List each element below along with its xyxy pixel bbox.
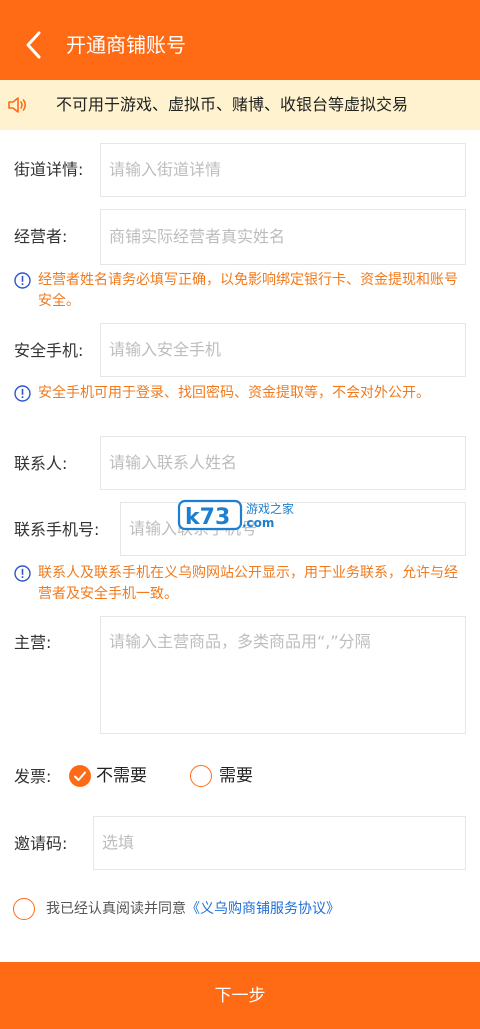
header-bar: 开通商铺账号 <box>0 0 480 90</box>
main-business-label: 主营: <box>14 633 52 652</box>
radio-unchecked-icon[interactable] <box>190 765 212 787</box>
watermark-sub: 游戏之家 <box>246 501 294 516</box>
operator-placeholder: 商铺实际经营者真实姓名 <box>109 227 286 246</box>
phone-input[interactable]: 请输入安全手机 <box>100 323 466 377</box>
radio-checked-icon[interactable] <box>69 765 91 787</box>
main-business-textarea[interactable]: 请输入主营商品，多类商品用“,”分隔 <box>100 616 466 734</box>
phone-placeholder: 请输入安全手机 <box>109 340 222 359</box>
chevron-left-icon[interactable] <box>22 30 46 60</box>
agreement-checkbox[interactable] <box>13 898 35 920</box>
next-button[interactable]: 下一步 <box>0 962 480 1029</box>
operator-hint-text: 经营者姓名请务必填写正确，以免影响绑定银行卡、资金提现和账号安全。 <box>38 272 458 309</box>
operator-input[interactable]: 商铺实际经营者真实姓名 <box>100 209 466 265</box>
next-button-label: 下一步 <box>214 986 266 1006</box>
invite-input[interactable]: 选填 <box>93 816 466 870</box>
operator-label: 经营者: <box>14 227 68 246</box>
speaker-icon <box>8 97 27 113</box>
invoice-option-no[interactable]: 不需要 <box>96 764 147 788</box>
watermark-domain: .com <box>242 516 274 530</box>
watermark-text: k73 <box>185 505 230 530</box>
notice-text: 不可用于游戏、虚拟币、赌博、收银台等虚拟交易 <box>56 95 409 114</box>
info-icon <box>14 272 31 289</box>
agreement-prefix: 我已经认真阅读并同意 <box>46 901 186 917</box>
contact-hint: 联系人及联系手机在义乌购网站公开显示，用于业务联系，允许与经营者及安全手机一致。 <box>14 563 470 605</box>
invite-placeholder: 选填 <box>102 833 135 852</box>
notice-bar: 不可用于游戏、虚拟币、赌博、收银台等虚拟交易 <box>0 80 480 130</box>
contact-placeholder: 请输入联系人姓名 <box>109 453 238 472</box>
invoice-label: 发票: <box>14 767 52 786</box>
agreement-link[interactable]: 《义乌购商铺服务协议》 <box>186 901 340 917</box>
phone-hint-text: 安全手机可用于登录、找回密码、资金提取等，不会对外公开。 <box>38 385 430 401</box>
k73-watermark-logo: k73 游戏之家 .com <box>177 499 294 531</box>
main-business-placeholder: 请输入主营商品，多类商品用“,”分隔 <box>109 632 371 651</box>
phone-hint: 安全手机可用于登录、找回密码、资金提取等，不会对外公开。 <box>14 383 470 404</box>
street-input[interactable]: 请输入街道详情 <box>100 143 466 197</box>
contact-hint-text: 联系人及联系手机在义乌购网站公开显示，用于业务联系，允许与经营者及安全手机一致。 <box>38 565 458 602</box>
contact-phone-label: 联系手机号: <box>14 520 100 539</box>
street-label: 街道详情: <box>14 160 84 179</box>
info-icon <box>14 385 31 402</box>
page-title: 开通商铺账号 <box>66 33 186 57</box>
operator-hint: 经营者姓名请务必填写正确，以免影响绑定银行卡、资金提现和账号安全。 <box>14 270 470 312</box>
contact-label: 联系人: <box>14 454 68 473</box>
contact-input[interactable]: 请输入联系人姓名 <box>100 436 466 490</box>
street-placeholder: 请输入街道详情 <box>109 160 222 179</box>
invoice-option-yes[interactable]: 需要 <box>219 764 253 788</box>
invite-label: 邀请码: <box>14 834 68 853</box>
agreement-text: 我已经认真阅读并同意《义乌购商铺服务协议》 <box>46 898 340 920</box>
phone-label: 安全手机: <box>14 341 84 360</box>
info-icon <box>14 565 31 582</box>
